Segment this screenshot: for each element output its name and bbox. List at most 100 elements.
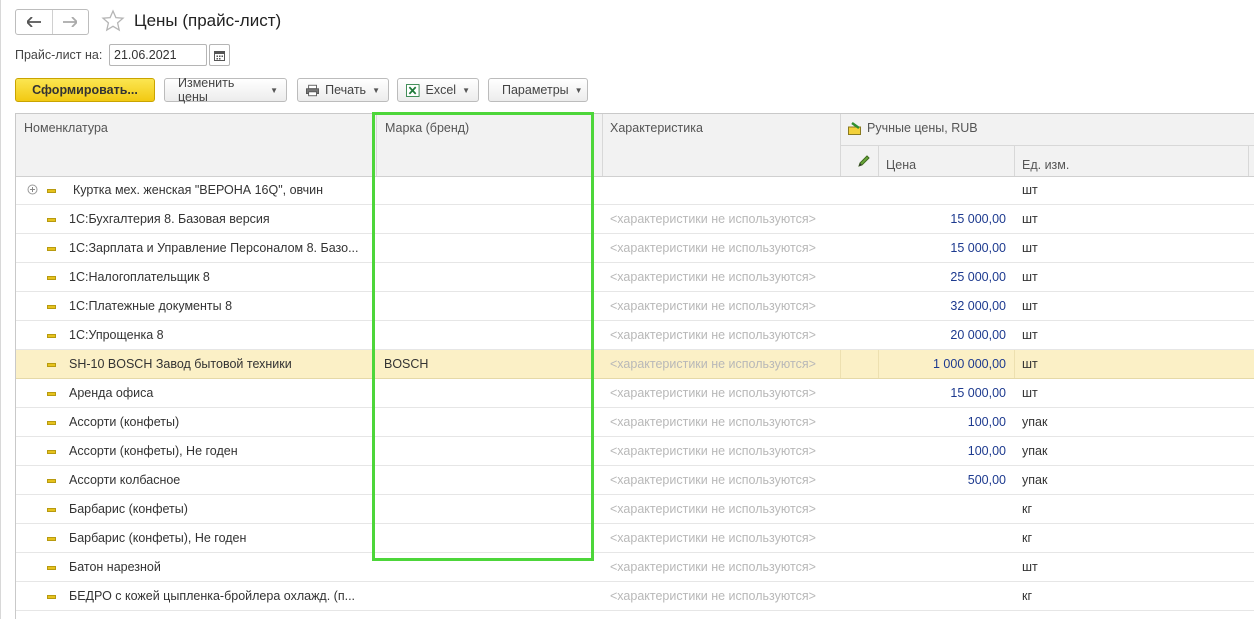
cell-name: Барбарис (конфеты)	[69, 502, 188, 516]
arrow-left-icon	[26, 17, 41, 27]
change-prices-label: Изменить цены	[178, 76, 235, 104]
item-marker-icon	[47, 392, 56, 396]
table-row[interactable]: Ассорти (конфеты) <характеристики не испо…	[16, 408, 1254, 437]
back-button[interactable]	[16, 10, 52, 34]
edit-column-header[interactable]	[849, 148, 873, 178]
cell-unit: упак	[1022, 444, 1048, 458]
cell-name: Аренда офиса	[69, 386, 154, 400]
price-tag-icon	[848, 121, 861, 135]
table-row[interactable]: Ассорти (конфеты), Не годен <характеристи…	[16, 437, 1254, 466]
dropdown-arrow-icon: ▼	[270, 85, 278, 95]
table-row[interactable]: 1С:Зарплата и Управление Персоналом 8. Б…	[16, 234, 1254, 263]
parameters-label: Параметры	[502, 83, 569, 97]
cell-unit: шт	[1022, 386, 1038, 400]
parameters-button[interactable]: Параметры ▼	[488, 78, 588, 102]
cell-characteristic: <характеристики не используются>	[610, 328, 816, 342]
cell-unit: упак	[1022, 415, 1048, 429]
table-row[interactable]: 1С:Платежные документы 8 <характеристики …	[16, 292, 1254, 321]
cell-characteristic: <характеристики не используются>	[610, 531, 816, 545]
print-button[interactable]: Печать ▼	[297, 78, 389, 102]
cell-unit: шт	[1022, 357, 1038, 371]
column-header-characteristic[interactable]: Характеристика	[602, 114, 840, 142]
cell-characteristic	[610, 176, 840, 204]
item-marker-icon	[47, 247, 56, 251]
arrow-right-icon	[63, 17, 78, 27]
cell-name: Ассорти колбасное	[69, 473, 181, 487]
price-list-table: Номенклатура Марка (бренд) Характеристик…	[15, 113, 1254, 619]
item-marker-icon	[47, 305, 56, 309]
dropdown-arrow-icon: ▼	[462, 85, 470, 95]
table-row[interactable]: 1С:Налогоплательщик 8 <характеристики не …	[16, 263, 1254, 292]
cell-characteristic: <характеристики не используются>	[610, 299, 816, 313]
cell-unit: шт	[1022, 241, 1038, 255]
cell-price: 32 000,00	[950, 299, 1006, 313]
column-header-price[interactable]: Цена	[878, 151, 998, 179]
item-marker-icon	[47, 450, 56, 454]
generate-button[interactable]: Сформировать...	[15, 78, 155, 102]
cell-name: Ассорти (конфеты)	[69, 415, 180, 429]
calendar-button[interactable]	[209, 44, 230, 66]
dropdown-arrow-icon: ▼	[574, 85, 583, 95]
item-marker-icon	[47, 189, 56, 193]
cell-characteristic: <характеристики не используются>	[610, 386, 816, 400]
item-marker-icon	[47, 566, 56, 570]
cell-characteristic: <характеристики не используются>	[610, 241, 816, 255]
table-row[interactable]: БЕДРО с кожей цыпленка-бройлера охлажд. …	[16, 582, 1254, 611]
item-marker-icon	[47, 537, 56, 541]
item-marker-icon	[47, 479, 56, 483]
cell-price: 100,00	[967, 415, 1006, 429]
excel-label: Excel	[425, 83, 457, 97]
print-label: Печать	[325, 83, 367, 97]
table-row[interactable]: Аренда офиса <характеристики не использую…	[16, 379, 1254, 408]
column-header-unit[interactable]: Ед. изм.	[1014, 151, 1214, 179]
cell-brand	[384, 582, 584, 610]
cell-price: 15 000,00	[950, 386, 1006, 400]
item-marker-icon	[47, 276, 56, 280]
star-icon	[101, 9, 125, 32]
table-row[interactable]: Ассорти колбасное <характеристики не испо…	[16, 466, 1254, 495]
forward-button[interactable]	[51, 10, 89, 34]
column-header-name[interactable]: Номенклатура	[16, 114, 376, 142]
navigation-buttons	[15, 9, 89, 35]
excel-button[interactable]: Excel ▼	[397, 78, 479, 102]
manual-prices-label: Ручные цены, RUB	[867, 121, 978, 135]
table-row[interactable]: Батон нарезной <характеристики не использ…	[16, 553, 1254, 582]
cell-name: Батон нарезной	[69, 560, 161, 574]
cell-unit: шт	[1022, 299, 1038, 313]
column-header-manual-prices[interactable]: Ручные цены, RUB	[840, 114, 1240, 142]
excel-icon	[406, 83, 420, 97]
item-marker-icon	[47, 508, 56, 512]
cell-name: Куртка мех. женская "ВЕРОНА 16Q", овчин	[73, 183, 324, 197]
table-row[interactable]: 1С:Бухгалтерия 8. Базовая версия <характе…	[16, 205, 1254, 234]
change-prices-button[interactable]: Изменить цены ▼	[164, 76, 287, 104]
cell-price: 15 000,00	[950, 212, 1006, 226]
selected-row-divider	[840, 350, 841, 378]
cell-name: 1С:Налогоплательщик 8	[69, 270, 210, 284]
cell-characteristic: <характеристики не используются>	[610, 415, 816, 429]
cell-name: БЕДРО с кожей цыпленка-бройлера охлажд. …	[69, 589, 356, 603]
cell-name: 1С:Бухгалтерия 8. Базовая версия	[69, 212, 270, 226]
cell-price	[878, 553, 1006, 581]
date-label: Прайс-лист на:	[15, 48, 103, 62]
cell-price	[878, 176, 1006, 204]
table-row[interactable]: Куртка мех. женская "ВЕРОНА 16Q", овчин ш…	[16, 176, 1254, 205]
table-row[interactable]: SH-10 BOSCH Завод бытовой техники BOSCH <х…	[16, 350, 1254, 379]
cell-price: 15 000,00	[950, 241, 1006, 255]
date-input[interactable]: 21.06.2021	[109, 44, 207, 66]
window-left-border	[0, 0, 1, 619]
generate-label: Сформировать...	[32, 83, 138, 97]
expand-plus-icon[interactable]	[27, 184, 38, 195]
cell-price: 100,00	[967, 444, 1006, 458]
cell-price	[878, 524, 1006, 552]
header-divider	[1248, 145, 1249, 176]
table-row[interactable]: 1С:Упрощенка 8 <характеристики не использ…	[16, 321, 1254, 350]
selected-row-divider	[878, 350, 879, 378]
brand-column-highlight-frame	[372, 112, 594, 561]
cell-price: 25 000,00	[950, 270, 1006, 284]
cell-name: 1С:Упрощенка 8	[69, 328, 164, 342]
table-row[interactable]: Барбарис (конфеты) <характеристики не исп…	[16, 495, 1254, 524]
table-row[interactable]: Барбарис (конфеты), Не годен <характерист…	[16, 524, 1254, 553]
favorite-star-button[interactable]	[101, 9, 125, 33]
cell-unit: шт	[1022, 328, 1038, 342]
pencil-icon	[858, 155, 870, 167]
